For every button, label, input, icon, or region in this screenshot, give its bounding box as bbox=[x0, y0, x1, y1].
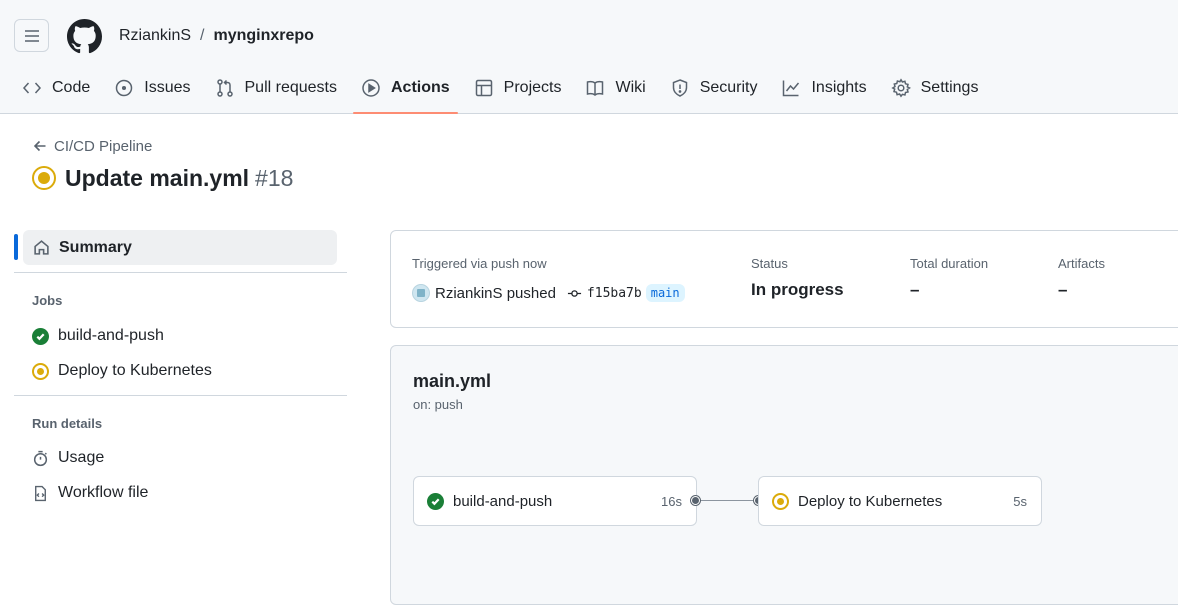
sidebar-item-label: build-and-push bbox=[58, 327, 164, 344]
run-details-heading: Run details bbox=[32, 416, 103, 431]
duration-value: – bbox=[910, 280, 920, 299]
job-node-deploy-to-kubernetes[interactable]: Deploy to Kubernetes 5s bbox=[758, 476, 1042, 526]
sidebar-item-label: Usage bbox=[58, 449, 105, 466]
tab-label: Settings bbox=[920, 79, 979, 96]
tab-settings[interactable]: Settings bbox=[883, 68, 987, 108]
gear-icon bbox=[890, 78, 911, 98]
menu-button[interactable] bbox=[14, 19, 49, 52]
hamburger-icon bbox=[24, 29, 39, 42]
page-title: Update main.yml #18 bbox=[32, 164, 293, 192]
arrow-left-icon bbox=[33, 140, 46, 152]
workflow-name: CI/CD Pipeline bbox=[54, 137, 153, 155]
tab-label: Issues bbox=[144, 79, 191, 96]
status-label: Status bbox=[751, 256, 788, 271]
in-progress-icon bbox=[32, 166, 56, 190]
tab-projects[interactable]: Projects bbox=[466, 68, 570, 108]
sidebar-job-build-and-push[interactable]: build-and-push bbox=[32, 325, 164, 347]
job-duration: 5s bbox=[1013, 493, 1027, 509]
tab-label: Code bbox=[52, 79, 91, 96]
trigger-label: Triggered via push now bbox=[412, 256, 547, 271]
play-icon bbox=[362, 79, 380, 97]
tab-insights[interactable]: Insights bbox=[773, 68, 874, 108]
divider bbox=[14, 272, 347, 273]
file-code-icon bbox=[35, 485, 46, 501]
in-progress-icon bbox=[32, 362, 49, 380]
table-icon bbox=[475, 79, 492, 97]
commit-link[interactable]: f15ba7b bbox=[567, 286, 642, 301]
sidebar-item-label: Deploy to Kubernetes bbox=[58, 362, 212, 379]
home-icon bbox=[34, 240, 49, 255]
artifacts-value: – bbox=[1058, 280, 1068, 299]
connector-dot bbox=[691, 496, 700, 505]
tab-actions[interactable]: Actions bbox=[353, 68, 458, 114]
sidebar-job-deploy-to-kubernetes[interactable]: Deploy to Kubernetes bbox=[32, 360, 212, 382]
branch-badge[interactable]: main bbox=[645, 284, 685, 302]
duration-label: Total duration bbox=[910, 256, 989, 271]
in-progress-icon bbox=[772, 492, 789, 510]
avatar[interactable] bbox=[412, 284, 430, 302]
workflow-file-name: main.yml bbox=[413, 371, 492, 391]
job-duration: 16s bbox=[661, 493, 682, 509]
breadcrumb: RziankinS / mynginxrepo bbox=[119, 26, 314, 46]
sidebar-item-usage[interactable]: Usage bbox=[32, 447, 104, 469]
sidebar-item-label: Summary bbox=[59, 238, 132, 256]
tab-label: Security bbox=[699, 79, 758, 96]
jobs-heading: Jobs bbox=[32, 293, 63, 308]
check-circle-icon bbox=[32, 327, 49, 345]
shield-icon bbox=[672, 79, 687, 97]
breadcrumb-separator: / bbox=[200, 27, 205, 44]
commit-sha: f15ba7b bbox=[586, 285, 642, 301]
stopwatch-icon bbox=[33, 450, 48, 466]
run-title-text: Update main.yml bbox=[65, 164, 250, 191]
tab-code[interactable]: Code bbox=[14, 68, 98, 108]
git-commit-icon bbox=[567, 289, 581, 297]
repo-owner-link[interactable]: RziankinS bbox=[119, 27, 191, 45]
job-connector bbox=[698, 500, 759, 501]
divider bbox=[14, 395, 347, 396]
job-name: build-and-push bbox=[453, 492, 553, 510]
artifacts-label: Artifacts bbox=[1058, 256, 1105, 271]
tab-pull-requests[interactable]: Pull requests bbox=[207, 68, 346, 108]
pusher-text[interactable]: RziankinS pushed bbox=[435, 285, 556, 302]
sidebar-item-workflow-file[interactable]: Workflow file bbox=[32, 482, 148, 504]
book-icon bbox=[587, 80, 604, 96]
job-name: Deploy to Kubernetes bbox=[798, 492, 943, 510]
job-node-build-and-push[interactable]: build-and-push 16s bbox=[413, 476, 697, 526]
pull-request-icon bbox=[216, 79, 233, 97]
tab-label: Pull requests bbox=[244, 79, 338, 96]
status-value: In progress bbox=[751, 280, 844, 299]
repo-header: RziankinS / mynginxrepo Code Issues Pull… bbox=[0, 0, 1178, 114]
push-info: RziankinS pushed f15ba7b main bbox=[412, 282, 685, 304]
repo-tabs: Code Issues Pull requests Actions Projec… bbox=[14, 68, 994, 114]
back-to-workflow-link[interactable]: CI/CD Pipeline bbox=[32, 137, 152, 155]
workflow-trigger: on: push bbox=[413, 397, 463, 412]
graph-icon bbox=[783, 80, 800, 97]
tab-label: Actions bbox=[391, 79, 450, 96]
tab-wiki[interactable]: Wiki bbox=[577, 68, 653, 108]
github-logo-icon[interactable] bbox=[67, 19, 102, 54]
sidebar-item-label: Workflow file bbox=[58, 484, 149, 501]
selected-indicator bbox=[14, 234, 18, 260]
tab-security[interactable]: Security bbox=[662, 68, 766, 108]
check-circle-icon bbox=[427, 492, 444, 510]
code-icon bbox=[22, 82, 42, 94]
tab-label: Projects bbox=[503, 79, 562, 96]
workflow-graph-card: main.yml on: push build-and-push 16s Dep… bbox=[390, 345, 1178, 605]
sidebar-item-summary[interactable]: Summary bbox=[23, 230, 337, 265]
tab-label: Insights bbox=[811, 79, 867, 96]
run-number: #18 bbox=[255, 164, 294, 191]
issue-icon bbox=[116, 79, 133, 97]
tab-label: Wiki bbox=[615, 79, 646, 96]
tab-issues[interactable]: Issues bbox=[106, 68, 198, 108]
run-summary-card: Triggered via push now RziankinS pushed … bbox=[390, 230, 1178, 328]
repo-name-link[interactable]: mynginxrepo bbox=[213, 27, 313, 45]
